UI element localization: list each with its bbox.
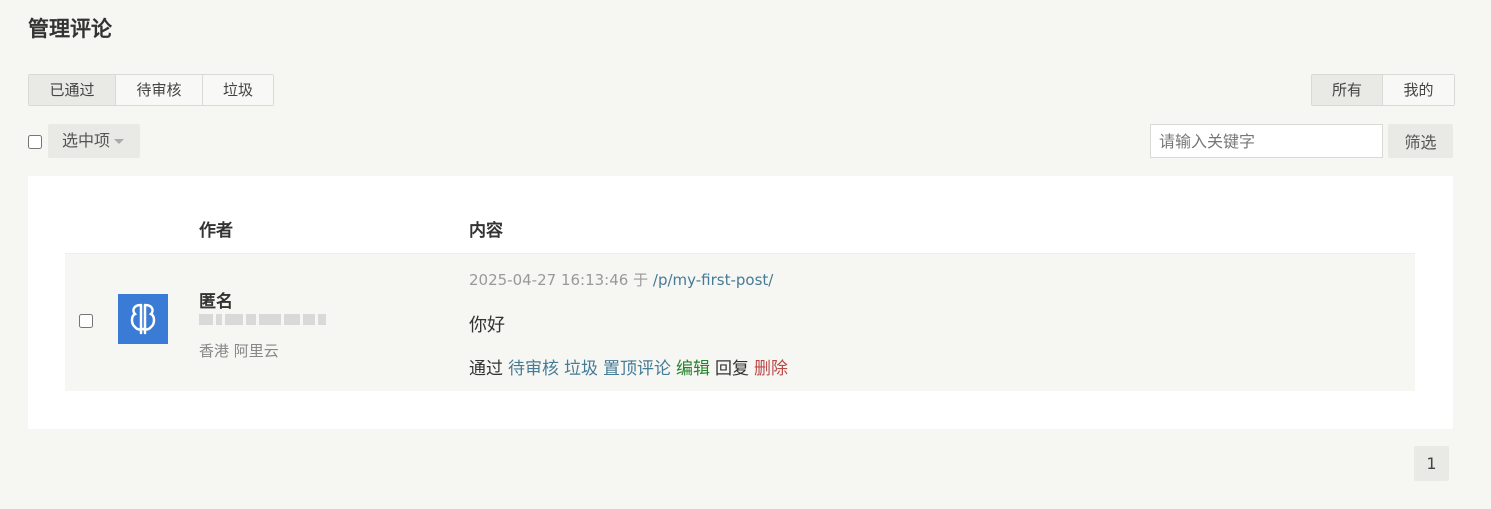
pagination-page[interactable]: 1 <box>1414 446 1449 481</box>
avatar-glyph-icon <box>130 303 156 335</box>
comment-date: 2025-04-27 16:13:46 <box>469 271 629 289</box>
search-input[interactable] <box>1150 124 1383 158</box>
bulk-action-dropdown[interactable]: 选中项 <box>48 124 140 158</box>
scope-tabs: 所有 我的 <box>1311 74 1455 106</box>
column-header-author: 作者 <box>199 221 233 241</box>
comment-actions: 通过 待审核 垃圾 置顶评论 编辑 回复 删除 <box>469 354 788 379</box>
avatar <box>118 294 168 344</box>
edit-action[interactable]: 编辑 <box>676 354 710 379</box>
reply-action[interactable]: 回复 <box>715 354 749 379</box>
author-location: 香港 阿里云 <box>199 342 279 360</box>
comment-meta-sep: 于 <box>633 271 649 289</box>
bulk-action-label: 选中项 <box>62 131 111 150</box>
tab-spam[interactable]: 垃圾 <box>203 75 273 105</box>
row-checkbox[interactable] <box>79 314 93 328</box>
caret-down-icon <box>114 139 125 144</box>
approve-action[interactable]: 通过 <box>469 354 503 379</box>
comment-text: 你好 <box>469 315 505 336</box>
pin-action[interactable]: 置顶评论 <box>603 354 671 379</box>
spam-action[interactable]: 垃圾 <box>564 354 598 379</box>
select-all-checkbox[interactable] <box>28 135 42 149</box>
comments-panel: 作者 内容 匿名 香港 阿里云 2025-04-27 16:13:46 于 /p… <box>28 176 1453 429</box>
table-row: 匿名 香港 阿里云 2025-04-27 16:13:46 于 /p/my-fi… <box>65 254 1415 391</box>
comment-meta: 2025-04-27 16:13:46 于 /p/my-first-post/ <box>469 269 773 290</box>
tab-approved[interactable]: 已通过 <box>29 75 116 105</box>
post-link[interactable]: /p/my-first-post/ <box>653 271 773 289</box>
author-ip-redacted <box>199 314 326 325</box>
page-title: 管理评论 <box>28 17 112 41</box>
author-name: 匿名 <box>199 292 233 312</box>
filter-button[interactable]: 筛选 <box>1388 124 1453 158</box>
tab-pending[interactable]: 待审核 <box>116 75 203 105</box>
pending-action[interactable]: 待审核 <box>508 354 559 379</box>
tab-mine[interactable]: 我的 <box>1383 75 1454 105</box>
status-tabs: 已通过 待审核 垃圾 <box>28 74 274 106</box>
tab-all[interactable]: 所有 <box>1312 75 1383 105</box>
delete-action[interactable]: 删除 <box>754 354 788 379</box>
column-header-content: 内容 <box>469 221 503 241</box>
